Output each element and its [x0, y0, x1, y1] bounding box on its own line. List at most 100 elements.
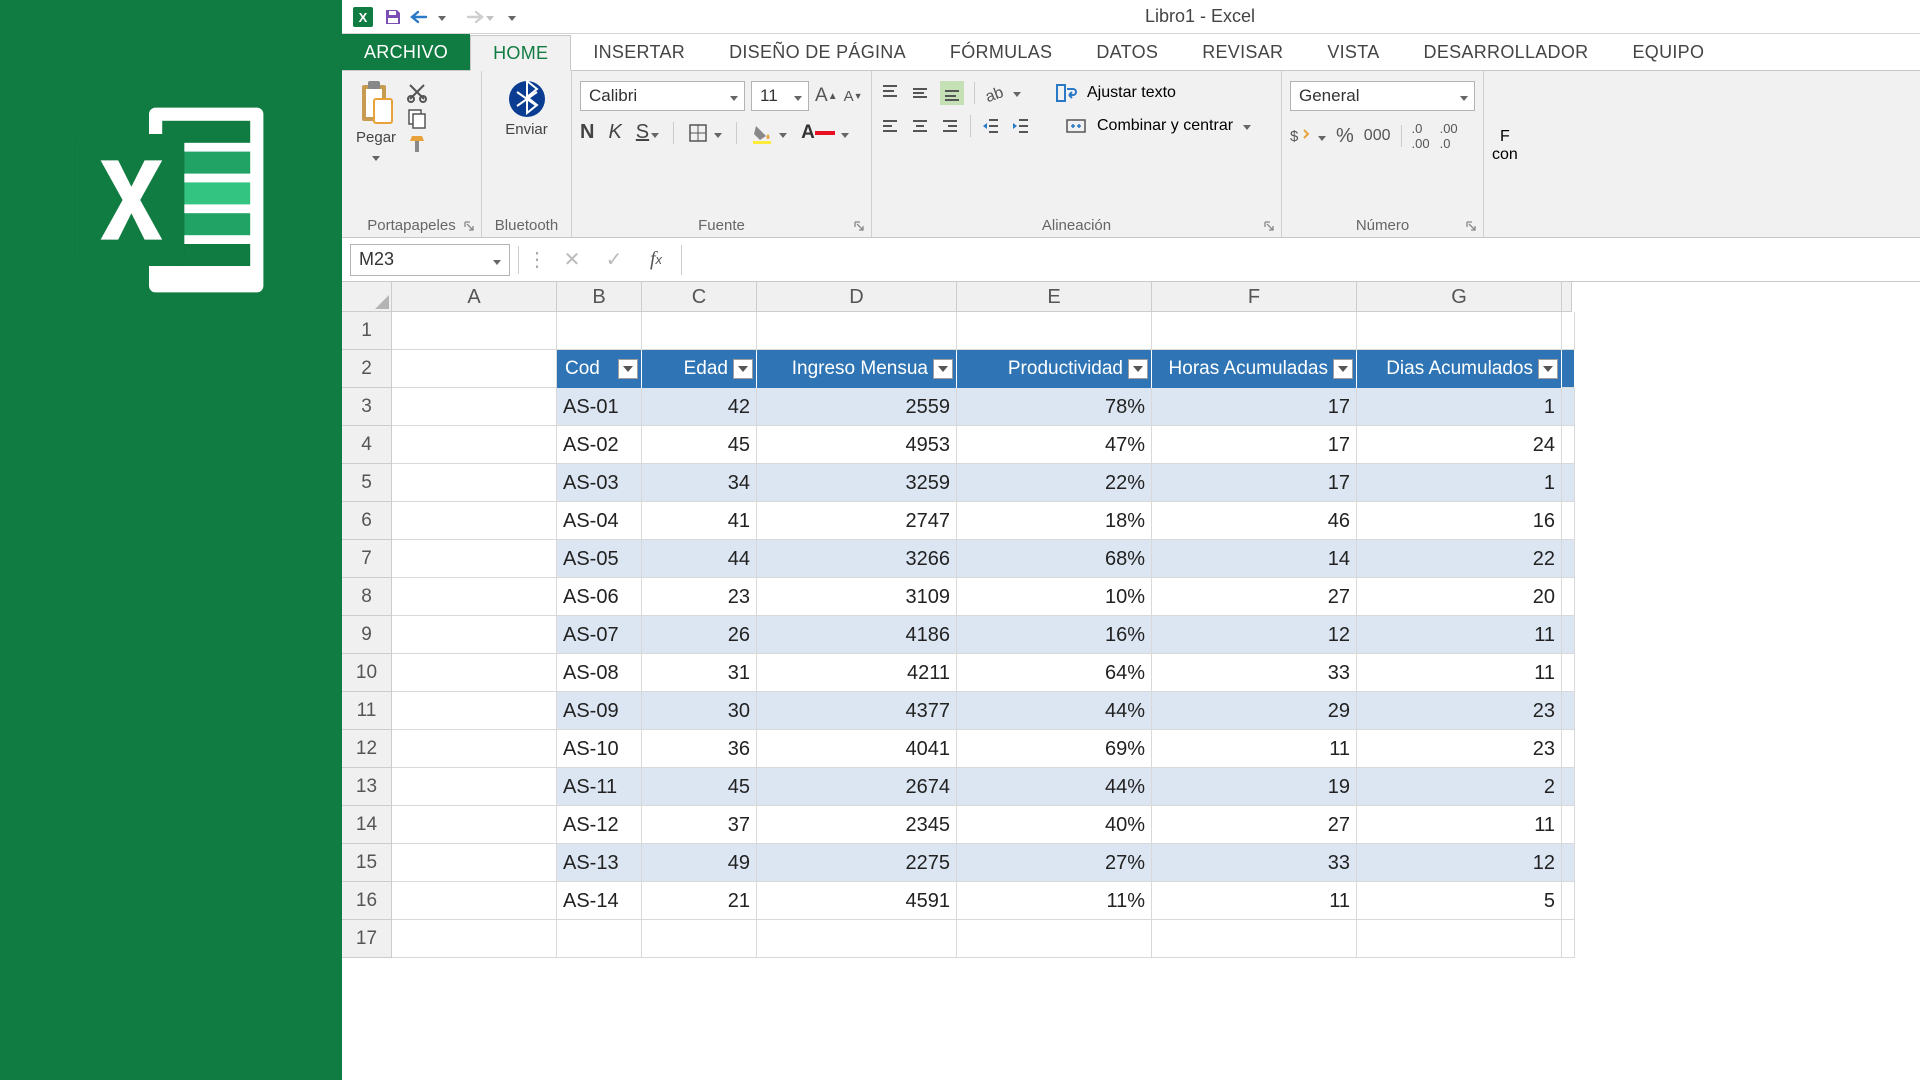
cell[interactable]: 22%: [957, 464, 1152, 502]
col-header-F[interactable]: F: [1152, 282, 1357, 312]
cell[interactable]: 27%: [957, 844, 1152, 882]
formula-input[interactable]: [681, 245, 1912, 275]
cell[interactable]: [757, 920, 957, 958]
cell[interactable]: [392, 502, 557, 540]
cell[interactable]: 2345: [757, 806, 957, 844]
cell[interactable]: 2559: [757, 388, 957, 426]
cell[interactable]: [1562, 616, 1575, 654]
cell[interactable]: [1562, 540, 1575, 578]
orientation-icon[interactable]: ab: [985, 83, 1021, 103]
insert-function-icon[interactable]: fx: [639, 245, 673, 275]
bold-button[interactable]: N: [580, 121, 594, 144]
increase-font-icon[interactable]: A▲: [815, 85, 838, 107]
underline-button[interactable]: S: [636, 121, 659, 144]
cell[interactable]: 45: [642, 768, 757, 806]
cell[interactable]: 11: [1152, 882, 1357, 920]
cell[interactable]: 26: [642, 616, 757, 654]
filter-dropdown-icon[interactable]: [1538, 359, 1558, 379]
accounting-format-icon[interactable]: $: [1290, 126, 1326, 146]
cell[interactable]: AS-05: [557, 540, 642, 578]
cell[interactable]: [1562, 654, 1575, 692]
filter-dropdown-icon[interactable]: [1128, 359, 1148, 379]
undo-dropdown-icon[interactable]: [438, 8, 446, 25]
cell[interactable]: AS-14: [557, 882, 642, 920]
cell[interactable]: 21: [642, 882, 757, 920]
cell[interactable]: 3266: [757, 540, 957, 578]
row-header-11[interactable]: 11: [342, 692, 392, 730]
cell[interactable]: 3109: [757, 578, 957, 616]
row-header-2[interactable]: 2: [342, 350, 392, 388]
cond-format-partial[interactable]: F: [1500, 128, 1510, 146]
row-header-13[interactable]: 13: [342, 768, 392, 806]
cell[interactable]: 3259: [757, 464, 957, 502]
alignment-launcher-icon[interactable]: [1263, 219, 1277, 233]
col-header-G[interactable]: G: [1357, 282, 1562, 312]
align-bottom-icon[interactable]: [940, 81, 964, 105]
cell[interactable]: 4591: [757, 882, 957, 920]
cell[interactable]: 11%: [957, 882, 1152, 920]
cell[interactable]: [392, 312, 557, 350]
chevron-down-icon[interactable]: [1243, 117, 1251, 135]
row-header-3[interactable]: 3: [342, 388, 392, 426]
font-color-icon[interactable]: A: [801, 121, 849, 144]
cell[interactable]: 37: [642, 806, 757, 844]
table-header[interactable]: Cod: [557, 350, 642, 388]
decrease-indent-icon[interactable]: [981, 116, 1001, 136]
row-header-17[interactable]: 17: [342, 920, 392, 958]
cell[interactable]: [392, 426, 557, 464]
cell[interactable]: 2674: [757, 768, 957, 806]
row-header-14[interactable]: 14: [342, 806, 392, 844]
cell[interactable]: 44: [642, 540, 757, 578]
table-header[interactable]: Dias Acumulados: [1357, 350, 1562, 388]
cancel-formula-icon[interactable]: ✕: [555, 245, 589, 275]
cell[interactable]: 23: [642, 578, 757, 616]
cell[interactable]: AS-13: [557, 844, 642, 882]
col-header-B[interactable]: B: [557, 282, 642, 312]
fill-color-icon[interactable]: [751, 121, 787, 144]
wrap-text-icon[interactable]: [1055, 83, 1077, 103]
cell[interactable]: 68%: [957, 540, 1152, 578]
formula-bar-more-icon[interactable]: ⋮: [527, 247, 547, 272]
cell[interactable]: 36: [642, 730, 757, 768]
tab-equipo[interactable]: EQUIPO: [1610, 34, 1726, 70]
cell[interactable]: [392, 464, 557, 502]
col-header-E[interactable]: E: [957, 282, 1152, 312]
row-header-6[interactable]: 6: [342, 502, 392, 540]
clipboard-launcher-icon[interactable]: [463, 219, 477, 233]
cell[interactable]: 11: [1152, 730, 1357, 768]
font-size-combo[interactable]: 11: [751, 81, 809, 111]
cell[interactable]: AS-06: [557, 578, 642, 616]
cell[interactable]: AS-09: [557, 692, 642, 730]
cell[interactable]: 33: [1152, 654, 1357, 692]
cell[interactable]: 19: [1152, 768, 1357, 806]
col-header-A[interactable]: A: [392, 282, 557, 312]
cell[interactable]: AS-08: [557, 654, 642, 692]
increase-decimal-icon[interactable]: .0.00: [1412, 121, 1430, 151]
increase-indent-icon[interactable]: [1011, 116, 1031, 136]
cell[interactable]: 4377: [757, 692, 957, 730]
cell[interactable]: 12: [1152, 616, 1357, 654]
cell[interactable]: 1: [1357, 464, 1562, 502]
cell[interactable]: [642, 920, 757, 958]
tab-vista[interactable]: VISTA: [1305, 34, 1401, 70]
cell[interactable]: [1562, 388, 1575, 426]
cell[interactable]: [1562, 502, 1575, 540]
redo-dropdown-icon[interactable]: [486, 8, 494, 25]
row-header-12[interactable]: 12: [342, 730, 392, 768]
cell[interactable]: 69%: [957, 730, 1152, 768]
table-header[interactable]: Edad: [642, 350, 757, 388]
cell[interactable]: [557, 920, 642, 958]
filter-dropdown-icon[interactable]: [733, 359, 753, 379]
cell[interactable]: 5: [1357, 882, 1562, 920]
cell[interactable]: AS-11: [557, 768, 642, 806]
cell[interactable]: 23: [1357, 730, 1562, 768]
cell[interactable]: 41: [642, 502, 757, 540]
enter-formula-icon[interactable]: ✓: [597, 245, 631, 275]
cell[interactable]: 31: [642, 654, 757, 692]
align-top-icon[interactable]: [880, 83, 900, 103]
cell[interactable]: 42: [642, 388, 757, 426]
cell[interactable]: [392, 882, 557, 920]
cell[interactable]: [1562, 692, 1575, 730]
align-center-icon[interactable]: [910, 116, 930, 136]
format-painter-icon[interactable]: [406, 133, 428, 155]
